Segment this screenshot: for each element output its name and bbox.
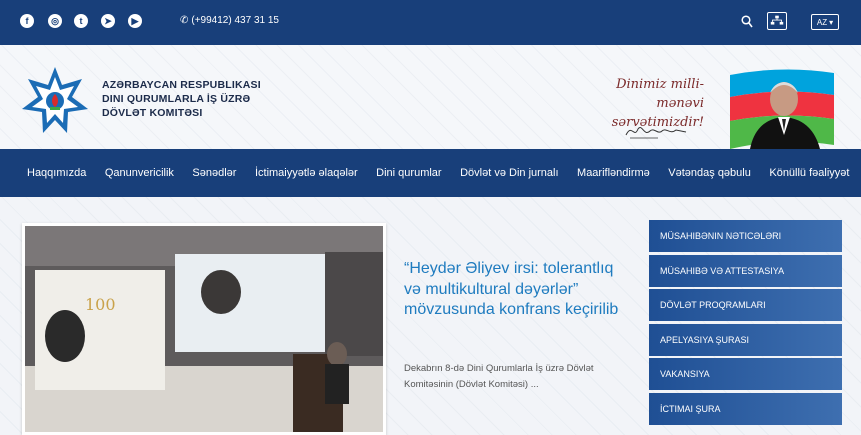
search-icon[interactable] (741, 15, 753, 29)
language-selector[interactable]: AZ ▾ (811, 14, 839, 30)
sidebar-item-vakansiya[interactable]: Vakansiya (649, 358, 842, 391)
nav-item-ictimaiyyetle-elaqeler[interactable]: İctimaiyyətlə əlaqələr (255, 167, 358, 179)
telegram-icon[interactable]: ➤ (101, 14, 115, 28)
news-headline[interactable]: “Heydər Əliyev irsi: tolerantlıq və mult… (404, 259, 619, 321)
sidebar-item-musahibenin-neticeleri[interactable]: Müsahibənin nəticələri (649, 220, 842, 252)
nav-item-maariflendirme[interactable]: Maarifləndirmə (577, 167, 650, 179)
nav-item-haqqimizda[interactable]: Haqqımızda (27, 167, 86, 179)
instagram-icon[interactable]: ◎ (48, 14, 62, 28)
quick-links-sidebar: Müsahibənin nəticələri Müsahibə və attes… (649, 220, 842, 428)
nav-item-dini-qurumlar[interactable]: Dini qurumlar (376, 167, 441, 179)
signature-image (625, 127, 687, 139)
nav-item-qanunvericilik[interactable]: Qanunvericilik (105, 167, 174, 179)
conference-photo: 100 (25, 226, 383, 432)
nav-item-vetendas-qebulu[interactable]: Vətəndaş qəbulu (668, 167, 751, 179)
youtube-icon[interactable]: ▶ (128, 14, 142, 28)
organization-name[interactable]: Azərbaycan Respublikası Dini Qurumlarla … (102, 78, 261, 120)
chevron-down-icon: ▾ (829, 17, 834, 27)
sidebar-item-dovlet-proqramlari[interactable]: Dövlət proqramları (649, 289, 842, 322)
nav-item-konullu-fealiyyet[interactable]: Könüllü fəaliyyət (769, 167, 849, 179)
leader-portrait (750, 82, 820, 149)
site-header: Azərbaycan Respublikası Dini Qurumlarla … (0, 45, 861, 149)
main-content: 100 “Heydər Əliyev irsi: tolerantlıq və … (0, 197, 861, 435)
sidebar-item-musahibe-ve-attestasiya[interactable]: Müsahibə və attestasiya (649, 254, 842, 287)
news-photo[interactable]: 100 (22, 223, 386, 435)
main-navigation: Haqqımızda Qanunvericilik Sənədlər İctim… (0, 149, 861, 197)
twitter-icon[interactable]: t (74, 14, 88, 28)
sidebar-item-apelyasiya-surasi[interactable]: Apelyasiya şurası (649, 323, 842, 356)
emblem-logo[interactable] (20, 65, 90, 137)
sitemap-icon[interactable] (767, 12, 787, 30)
phone-number[interactable]: ✆ (+99412) 437 31 15 (180, 15, 279, 26)
news-excerpt: Dekabrın 8-də Dini Qurumlarla İş üzrə Dö… (404, 363, 594, 390)
facebook-icon[interactable]: f (20, 14, 34, 28)
svg-text:100: 100 (85, 295, 116, 314)
top-bar: f ◎ t ➤ ▶ ✆ (+99412) 437 31 15 AZ ▾ (0, 0, 861, 45)
nav-item-senedler[interactable]: Sənədlər (192, 167, 236, 179)
phone-icon: ✆ (180, 15, 189, 26)
nav-item-dovlet-ve-din-jurnali[interactable]: Dövlət və Din jurnalı (460, 167, 558, 179)
sidebar-item-ictimai-sura[interactable]: İctimai şura (649, 392, 842, 425)
